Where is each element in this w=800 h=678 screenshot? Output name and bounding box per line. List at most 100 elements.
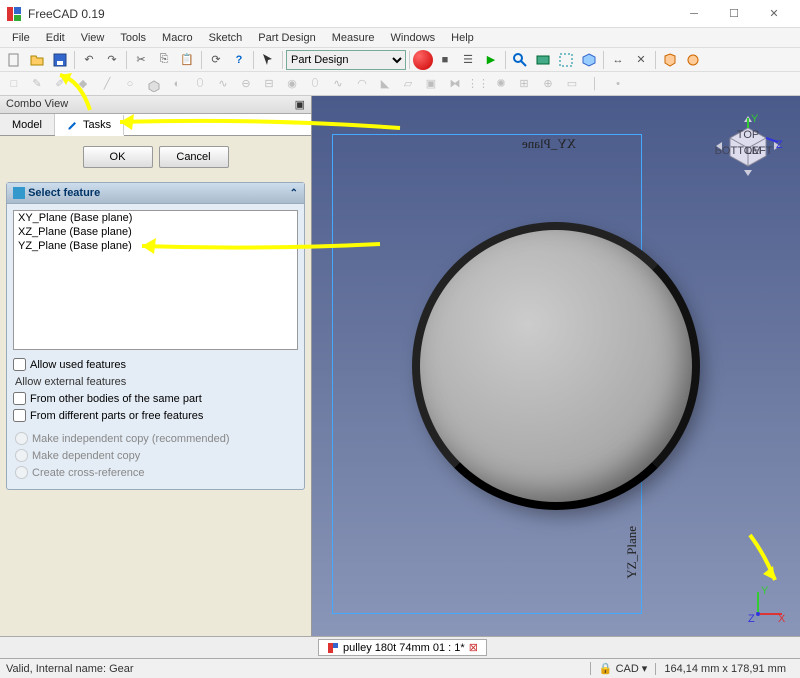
zoom-fit-icon[interactable] [509,49,531,71]
maximize-button[interactable]: ☐ [714,1,754,27]
combo-float-icon[interactable]: ▣ [295,98,305,111]
menu-sketch[interactable]: Sketch [201,30,251,46]
line-icon[interactable]: ╱ [96,73,118,95]
close-button[interactable]: ✕ [754,1,794,27]
pencil-icon [67,119,79,131]
map-sketch-icon[interactable]: ◆ [72,73,94,95]
draft-icon[interactable]: ▱ [397,73,419,95]
tab-model[interactable]: Model [0,114,55,135]
revolution-icon[interactable]: ◐ [166,73,188,95]
svg-text:TOP: TOP [737,129,759,141]
feature-listbox[interactable]: XY_Plane (Base plane) XZ_Plane (Base pla… [13,210,298,350]
refresh-icon[interactable]: ⟳ [205,49,227,71]
allow-used-checkbox[interactable] [13,358,26,371]
whatsthis-icon[interactable]: ? [228,49,250,71]
nav-mode-label[interactable]: CAD [616,663,639,675]
select-feature-label: Select feature [28,187,100,199]
boolean-icon[interactable]: ⊕ [537,73,559,95]
toolbar-main: ↶ ↷ ✂ ⎘ 📋 ⟳ ? Part Design ■ ☰ ▶ ↔ ✕ [0,48,800,72]
draw-style-icon[interactable] [532,49,554,71]
datum-plane-icon[interactable]: ▭ [561,73,583,95]
menu-partdesign[interactable]: Part Design [250,30,323,46]
navigation-cube[interactable]: TOP LEFT BOTTOM Y Z [708,108,788,188]
new-file-icon[interactable] [3,49,25,71]
menu-file[interactable]: File [4,30,38,46]
pad-icon[interactable] [143,73,165,95]
cut-icon[interactable]: ✂ [130,49,152,71]
save-icon[interactable] [49,49,71,71]
svg-text:Y: Y [761,585,769,597]
macro-record-icon[interactable] [413,50,433,70]
list-item[interactable]: XY_Plane (Base plane) [14,211,297,225]
linear-pattern-icon[interactable]: ⋮⋮ [467,73,489,95]
chamfer-icon[interactable]: ◣ [374,73,396,95]
sub-loft-icon[interactable]: ⬯ [304,73,326,95]
radio-independent-label: Make independent copy (recommended) [32,433,230,445]
list-item[interactable]: YZ_Plane (Base plane) [14,239,297,253]
close-tab-icon[interactable]: ⊠ [469,641,478,654]
part-cube-icon[interactable] [659,49,681,71]
collapse-icon[interactable]: ⌃ [290,188,298,199]
minimize-button[interactable]: ─ [674,1,714,27]
dropdown-icon[interactable]: ▾ [642,662,648,675]
radio-crossref [15,466,28,479]
multi-transform-icon[interactable]: ⊞ [513,73,535,95]
edit-sketch-icon[interactable]: ✐ [49,73,71,95]
thickness-icon[interactable]: ▣ [420,73,442,95]
loft-icon[interactable]: ⬯ [189,73,211,95]
sweep-icon[interactable]: ∿ [212,73,234,95]
tab-tasks[interactable]: Tasks [55,115,124,136]
datum-line-icon[interactable]: │ [584,73,606,95]
body-icon[interactable]: □ [3,73,25,95]
datum-point-icon[interactable]: • [607,73,629,95]
ok-button[interactable]: OK [83,146,153,168]
menu-macro[interactable]: Macro [154,30,201,46]
measure-clear-icon[interactable]: ✕ [630,49,652,71]
menu-windows[interactable]: Windows [383,30,444,46]
document-tab[interactable]: pulley 180t 74mm 01 : 1* ⊠ [318,639,487,656]
undo-icon[interactable]: ↶ [78,49,100,71]
mirror-icon[interactable]: ⧓ [444,73,466,95]
part-sphere-icon[interactable] [682,49,704,71]
ext-diff-part-checkbox[interactable] [13,409,26,422]
cancel-button[interactable]: Cancel [159,146,229,168]
combo-view-panel: Combo View ▣ Model Tasks OK Cancel Selec… [0,96,312,636]
allow-used-label: Allow used features [30,359,126,371]
circle-icon[interactable]: ○ [119,73,141,95]
sub-sweep-icon[interactable]: ∿ [327,73,349,95]
groove-icon[interactable]: ⊖ [235,73,257,95]
macro-list-icon[interactable]: ☰ [457,49,479,71]
sketch-icon[interactable]: ✎ [26,73,48,95]
nav-mode-lock-icon[interactable]: 🔒 [599,662,613,675]
measure-dist-icon[interactable]: ↔ [607,49,629,71]
pulley-model[interactable] [416,226,696,506]
fillet-icon[interactable]: ◠ [351,73,373,95]
paste-icon[interactable]: 📋 [176,49,198,71]
macro-play-icon[interactable]: ▶ [480,49,502,71]
hole-icon[interactable]: ◉ [281,73,303,95]
ext-same-part-checkbox[interactable] [13,392,26,405]
copy-icon[interactable]: ⎘ [153,49,175,71]
radio-independent [15,432,28,445]
combo-view-title: Combo View [6,98,68,111]
workbench-selector[interactable]: Part Design [286,50,406,70]
redo-icon[interactable]: ↷ [101,49,123,71]
radio-dependent [15,449,28,462]
menu-tools[interactable]: Tools [112,30,154,46]
menu-help[interactable]: Help [443,30,482,46]
list-item[interactable]: XZ_Plane (Base plane) [14,225,297,239]
cursor-icon[interactable] [257,49,279,71]
macro-stop-icon[interactable]: ■ [434,49,456,71]
document-tab-bar: pulley 180t 74mm 01 : 1* ⊠ [0,636,800,658]
select-feature-group: Select feature ⌃ XY_Plane (Base plane) X… [6,182,305,490]
3d-viewport[interactable]: XY_Plane YZ_Plane TOP LEFT BOTTOM Y [312,96,800,636]
app-logo-icon [6,6,22,22]
pocket-icon[interactable]: ⊟ [258,73,280,95]
open-file-icon[interactable] [26,49,48,71]
menu-edit[interactable]: Edit [38,30,73,46]
bounding-box-icon[interactable] [555,49,577,71]
polar-pattern-icon[interactable]: ✺ [490,73,512,95]
menu-measure[interactable]: Measure [324,30,383,46]
view-iso-icon[interactable] [578,49,600,71]
menu-view[interactable]: View [73,30,113,46]
